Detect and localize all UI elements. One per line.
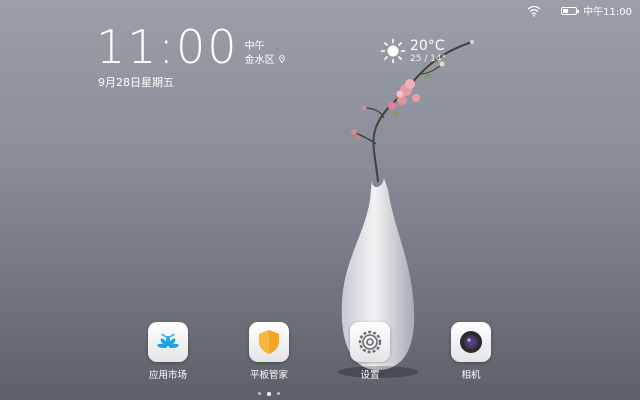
appgallery-icon	[148, 322, 188, 362]
wifi-icon	[527, 5, 541, 17]
page-dot[interactable]	[258, 392, 261, 395]
app-camera[interactable]: 相机	[436, 322, 506, 381]
app-dock: 应用市场 平板管家 设置 相机	[0, 322, 640, 382]
weather-temperature: 20°C	[410, 38, 445, 54]
app-appgallery[interactable]: 应用市场	[133, 322, 203, 381]
app-settings[interactable]: 设置	[335, 322, 405, 381]
camera-icon	[451, 322, 491, 362]
clock-time: 11:00	[96, 20, 239, 74]
clock-date: 9月28日星期五	[98, 76, 174, 89]
gear-icon	[350, 322, 390, 362]
status-bar: 中午11:00	[0, 0, 640, 18]
app-label: 设置	[360, 370, 380, 381]
clock-period: 中午	[244, 41, 265, 52]
page-indicator	[258, 391, 280, 396]
page-dot[interactable]	[277, 392, 280, 395]
status-time: 中午11:00	[583, 7, 632, 18]
weather-widget[interactable]: 20°C 25 / 14°	[380, 38, 446, 64]
clock-location: 金水区	[244, 55, 275, 66]
app-label: 平板管家	[249, 370, 288, 381]
location-pin-icon	[278, 55, 285, 63]
sunny-weather-icon	[380, 38, 406, 64]
app-label: 相机	[461, 370, 481, 381]
clock-widget[interactable]: 11:00 中午 金水区	[96, 22, 286, 72]
battery-icon	[561, 6, 580, 15]
app-label: 应用市场	[148, 370, 187, 381]
app-tablet-manager[interactable]: 平板管家	[234, 322, 304, 381]
page-dot-active[interactable]	[267, 391, 271, 396]
weather-range: 25 / 14°	[410, 54, 447, 64]
shield-icon	[249, 322, 289, 362]
